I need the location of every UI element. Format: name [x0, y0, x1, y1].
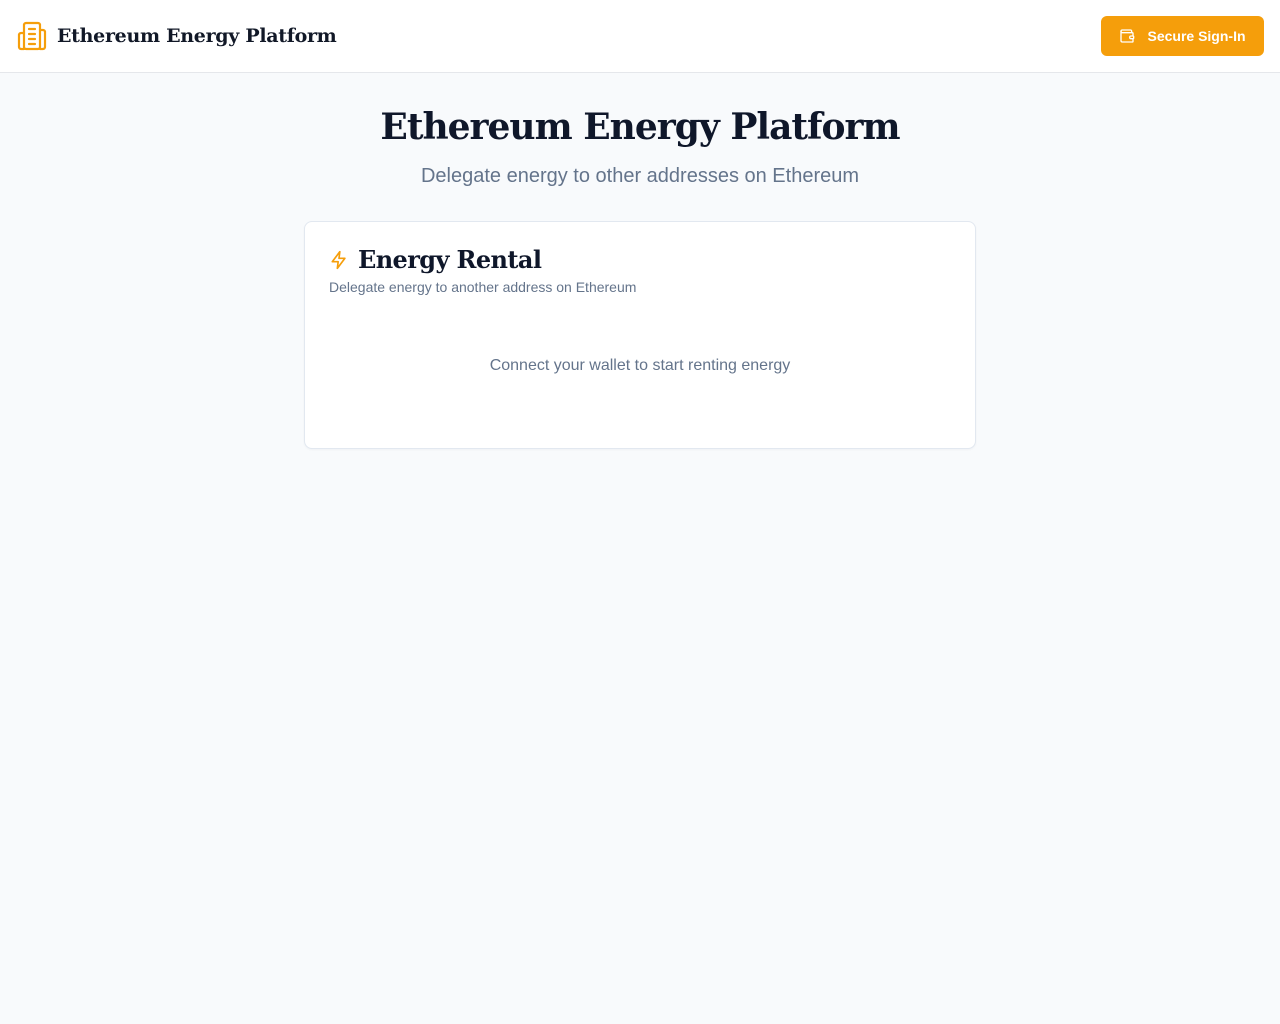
page-title: Ethereum Energy Platform	[380, 106, 900, 148]
wallet-icon	[1120, 29, 1135, 43]
card-header: Energy Rental	[329, 244, 542, 276]
connect-wallet-message: Connect your wallet to start renting ene…	[489, 357, 791, 374]
brand-title: Ethereum Energy Platform	[57, 25, 337, 47]
card-title: Energy Rental	[358, 245, 542, 274]
top-navigation-bar: Ethereum Energy Platform Secure Sign-In	[0, 0, 1280, 73]
building-icon	[17, 21, 47, 51]
secure-sign-in-label: Secure Sign-In	[1147, 28, 1246, 44]
brand[interactable]: Ethereum Energy Platform	[16, 20, 337, 52]
card-description: Delegate energy to another address on Et…	[329, 279, 637, 295]
secure-sign-in-button[interactable]: Secure Sign-In	[1101, 16, 1264, 56]
energy-rental-card: Energy Rental Delegate energy to another…	[304, 221, 976, 449]
lightning-bolt-icon	[331, 250, 346, 270]
page-subtitle: Delegate energy to other addresses on Et…	[420, 165, 860, 187]
